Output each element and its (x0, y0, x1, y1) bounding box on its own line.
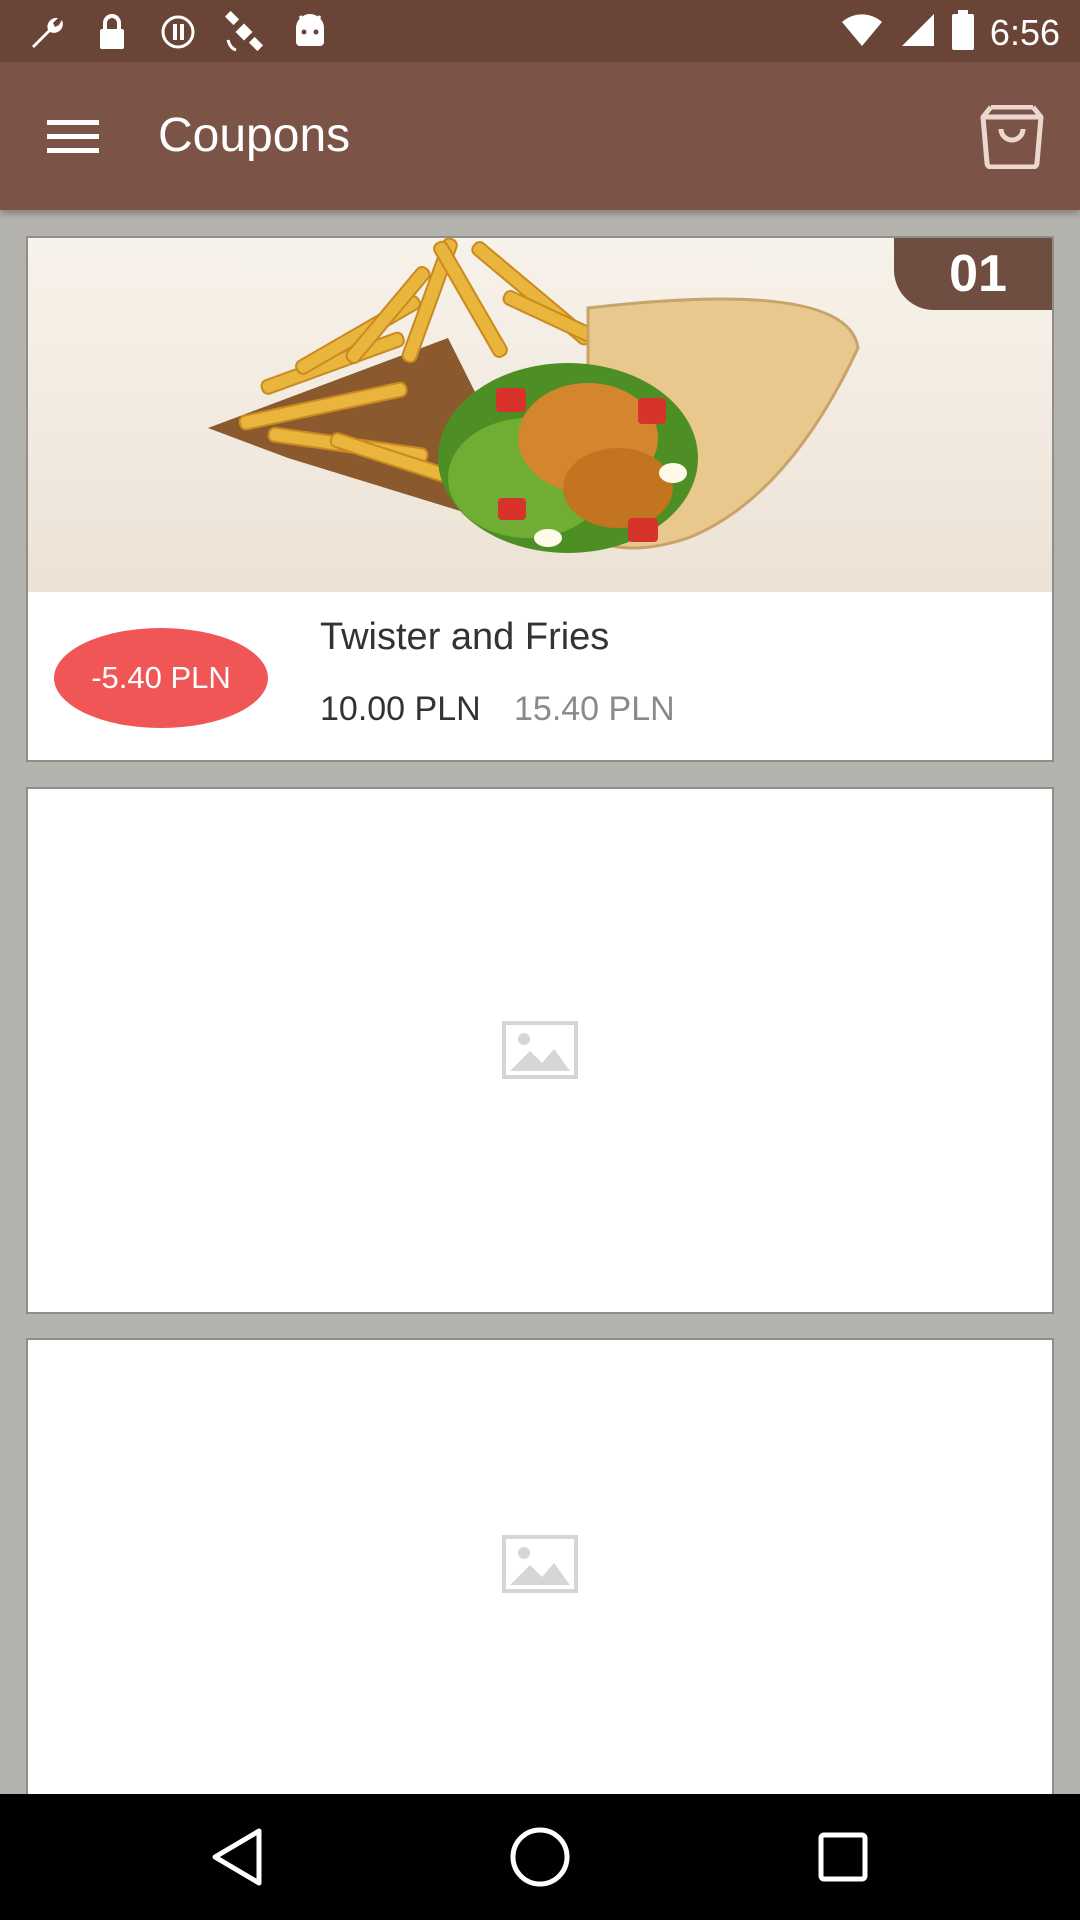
wrench-icon (24, 10, 68, 54)
food-illustration (208, 238, 860, 553)
satellite-icon (222, 10, 266, 54)
status-bar: 6:56 (0, 0, 1080, 62)
coupon-title: Twister and Fries (320, 616, 610, 658)
alert-icon (156, 10, 200, 54)
coupon-card[interactable]: 01 -5.40 PLN Twister and Fries 10.00 PLN… (26, 236, 1054, 762)
status-icons-left (24, 10, 332, 54)
coupon-image: 01 (28, 238, 1052, 592)
coupon-card-placeholder[interactable] (26, 1338, 1054, 1798)
menu-button[interactable] (38, 108, 108, 164)
cart-button[interactable] (974, 102, 1050, 172)
status-time: 6:56 (989, 11, 1060, 53)
status-icons-right: 6:56 (840, 10, 1060, 55)
page-title: Coupons (158, 109, 351, 162)
home-icon (510, 1827, 570, 1887)
android-icon (288, 10, 332, 54)
coupon-card-placeholder[interactable] (26, 787, 1054, 1314)
home-button[interactable] (507, 1824, 573, 1890)
recent-apps-button[interactable] (810, 1824, 876, 1890)
signal-icon (900, 12, 936, 53)
coupon-number-badge: 01 (894, 238, 1052, 310)
lock-icon (90, 10, 134, 54)
discount-badge: -5.40 PLN (54, 628, 268, 728)
image-placeholder-icon (502, 1021, 578, 1079)
navigation-bar (0, 1794, 1080, 1920)
coupon-price-old: 15.40 PLN (514, 690, 675, 728)
app-bar: Coupons (0, 62, 1080, 210)
battery-icon (951, 10, 974, 55)
back-icon (212, 1828, 262, 1886)
coupon-price-new: 10.00 PLN (320, 690, 481, 728)
image-placeholder-icon (502, 1535, 578, 1593)
back-button[interactable] (204, 1824, 270, 1890)
wifi-icon (840, 12, 884, 53)
recent-apps-icon (818, 1832, 868, 1882)
shopping-bag-icon (980, 105, 1044, 169)
menu-icon (47, 120, 99, 153)
